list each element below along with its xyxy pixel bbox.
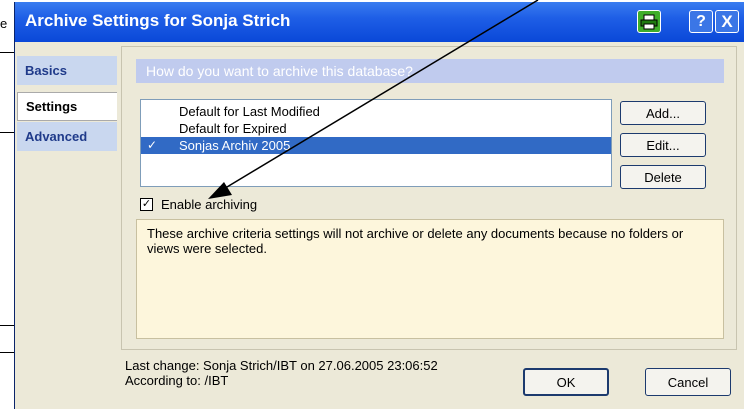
cancel-button[interactable]: Cancel	[645, 368, 731, 396]
close-button[interactable]: X	[715, 10, 739, 33]
list-item-label: Sonjas Archiv 2005	[179, 138, 291, 153]
close-icon: X	[721, 11, 733, 31]
last-change-text: Last change: Sonja Strich/IBT on 27.06.2…	[125, 358, 438, 373]
title-bar[interactable]: Archive Settings for Sonja Strich ? X	[15, 2, 744, 42]
help-button[interactable]: ?	[689, 10, 713, 33]
edit-button[interactable]: Edit...	[620, 133, 706, 157]
info-message: These archive criteria settings will not…	[136, 219, 724, 339]
enable-archiving-checkbox[interactable]: ✓	[140, 197, 153, 211]
check-mark-icon: ✓	[147, 138, 158, 152]
background-divider	[0, 52, 14, 53]
list-item[interactable]: ✓ Sonjas Archiv 2005	[141, 137, 611, 154]
enable-archiving-label[interactable]: Enable archiving	[161, 197, 257, 212]
background-divider	[0, 352, 14, 353]
list-item[interactable]: Default for Expired	[141, 120, 611, 137]
background-window-fragment: e	[0, 16, 8, 31]
add-button[interactable]: Add...	[620, 101, 706, 125]
help-icon: ?	[696, 12, 706, 30]
list-item-label: Default for Expired	[179, 121, 287, 136]
archive-criteria-list[interactable]: Default for Last Modified Default for Ex…	[140, 99, 612, 187]
tab-basics[interactable]: Basics	[17, 56, 117, 85]
list-item[interactable]: Default for Last Modified	[141, 103, 611, 120]
section-header: How do you want to archive this database…	[136, 59, 724, 83]
background-divider	[0, 132, 14, 133]
tab-settings[interactable]: Settings	[17, 92, 117, 121]
archive-settings-dialog: Archive Settings for Sonja Strich ? X Ba…	[14, 2, 744, 409]
according-to-text: According to: /IBT	[125, 373, 229, 388]
printer-icon	[640, 14, 658, 29]
sidebar: Basics Settings Advanced	[15, 42, 119, 409]
dialog-title: Archive Settings for Sonja Strich	[25, 11, 291, 30]
ok-button[interactable]: OK	[523, 368, 609, 396]
footer-info: Last change: Sonja Strich/IBT on 27.06.2…	[125, 358, 438, 388]
enable-archiving-row: ✓ Enable archiving	[140, 195, 257, 213]
list-item-label: Default for Last Modified	[179, 104, 320, 119]
print-button[interactable]	[637, 10, 661, 33]
delete-button[interactable]: Delete	[620, 165, 706, 189]
settings-panel: How do you want to archive this database…	[121, 46, 737, 350]
background-divider	[0, 325, 14, 326]
tab-advanced[interactable]: Advanced	[17, 122, 117, 151]
